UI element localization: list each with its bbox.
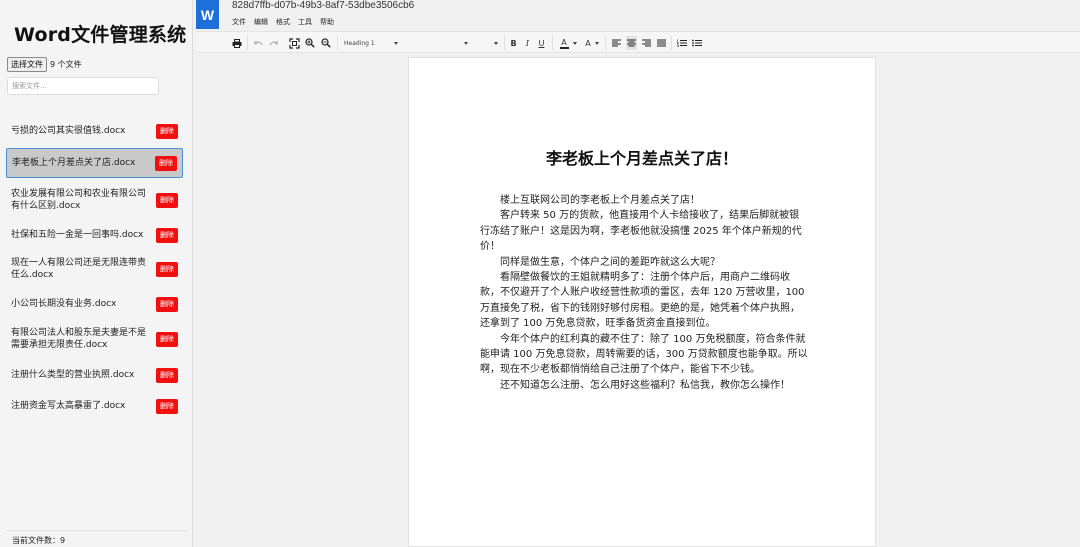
align-left-icon[interactable] <box>611 36 622 50</box>
delete-button[interactable]: 删除 <box>156 123 178 139</box>
search-input[interactable] <box>7 77 159 95</box>
selected-file-count: 9 个文件 <box>50 60 82 69</box>
chevron-down-icon <box>572 41 577 45</box>
menu-format[interactable]: 格式 <box>276 17 290 27</box>
file-item[interactable]: 小公司长期没有业务.docx 删除 <box>6 295 183 313</box>
choose-file-button[interactable]: 选择文件 <box>7 57 47 72</box>
print-icon[interactable] <box>231 36 243 50</box>
highlight-icon: A <box>585 38 591 48</box>
document-title: 李老板上个月差点关了店！ <box>545 149 738 168</box>
highlight-button[interactable]: A <box>581 36 595 50</box>
document-body[interactable]: 楼上互联网公司的李老板上个月差点关了店！ 客户转来 50 万的货款，他直接用个人… <box>480 193 808 393</box>
underline-button[interactable]: U <box>536 36 547 50</box>
file-name: 有限公司法人和股东是夫妻是不是需要承担无限责任.docx <box>11 328 147 350</box>
align-right-icon[interactable] <box>641 36 652 50</box>
fit-page-icon[interactable] <box>288 36 300 50</box>
toolbar-divider <box>671 36 672 50</box>
toolbar-divider <box>247 36 248 50</box>
file-name: 小公司长期没有业务.docx <box>11 299 117 309</box>
delete-button[interactable]: 删除 <box>155 155 177 171</box>
file-name: 注册什么类型的营业执照.docx <box>11 370 135 380</box>
align-center-icon[interactable] <box>626 36 637 50</box>
paragraph: 看隔壁做餐饮的王姐就精明多了：注册个体户后，用商户二维码收款，不仅避开了个人账户… <box>480 272 805 330</box>
font-family-select[interactable] <box>408 36 468 50</box>
delete-button[interactable]: 删除 <box>156 261 178 277</box>
zoom-out-icon[interactable] <box>320 36 332 50</box>
file-name: 社保和五险一金是一回事吗.docx <box>11 230 144 240</box>
delete-button[interactable]: 删除 <box>156 192 178 208</box>
file-item[interactable]: 农业发展有限公司和农业有限公司有什么区别.docx 删除 <box>6 186 183 214</box>
italic-button[interactable]: I <box>522 36 533 50</box>
file-count-footer: 当前文件数：9 <box>12 536 66 545</box>
highlight-caret[interactable] <box>594 36 599 50</box>
app-title: Word文件管理系统 <box>14 24 187 46</box>
bold-button[interactable]: B <box>508 36 519 50</box>
font-color-button[interactable]: A <box>557 36 571 50</box>
menu-bar: 文件 编辑 格式 工具 帮助 <box>232 17 334 27</box>
paragraph-style-select[interactable]: Heading 1 <box>344 36 398 50</box>
delete-button[interactable]: 删除 <box>156 367 178 383</box>
bullet-list-icon[interactable] <box>691 36 702 50</box>
toolbar-divider <box>504 36 505 50</box>
align-justify-icon[interactable] <box>656 36 667 50</box>
footer-divider <box>6 530 187 531</box>
font-size-select[interactable] <box>476 36 498 50</box>
font-color-caret[interactable] <box>572 36 577 50</box>
menu-tools[interactable]: 工具 <box>298 17 312 27</box>
app: Word文件管理系统 选择文件 9 个文件 亏损的公司其实很值钱.docx 删除… <box>0 0 1080 547</box>
style-value: Heading 1 <box>344 39 375 47</box>
file-item[interactable]: 社保和五险一金是一回事吗.docx 删除 <box>6 226 183 244</box>
file-item[interactable]: 注册什么类型的营业执照.docx 删除 <box>6 366 183 384</box>
paragraph: 楼上互联网公司的李老板上个月差点关了店！ <box>500 195 700 206</box>
document-page[interactable]: 李老板上个月差点关了店！ 楼上互联网公司的李老板上个月差点关了店！ 客户转来 5… <box>408 57 876 547</box>
paragraph: 还不知道怎么注册、怎么用好这些福利？私信我，教你怎么操作！ <box>500 379 790 391</box>
file-item[interactable]: 现在一人有限公司还是无限连带责任么.docx 删除 <box>6 255 183 283</box>
toolbar-divider <box>552 36 553 50</box>
file-item[interactable]: 注册资金写太高暴雷了.docx 删除 <box>6 397 183 415</box>
delete-button[interactable]: 删除 <box>156 331 178 347</box>
paragraph: 同样是做生意，个体户之间的差距咋就这么大呢？ <box>500 256 720 268</box>
menu-help[interactable]: 帮助 <box>320 17 334 27</box>
paragraph: 客户转来 50 万的货款，他直接用个人卡给接收了，结果后脚就被银行冻结了账户！这… <box>480 210 802 253</box>
file-item[interactable]: 有限公司法人和股东是夫妻是不是需要承担无限责任.docx 删除 <box>6 325 183 353</box>
zoom-in-icon[interactable] <box>304 36 316 50</box>
document-id: 828d7ffb-d07b-49b3-8af7-53dbe3506cb6 <box>232 0 415 11</box>
word-logo-icon: W <box>196 0 219 29</box>
toolbar-divider <box>605 36 606 50</box>
menu-edit[interactable]: 编辑 <box>254 17 268 27</box>
file-item-active[interactable]: 李老板上个月差点关了店.docx 删除 <box>6 148 183 178</box>
chevron-down-icon <box>594 41 599 45</box>
toolbar: Heading 1 B I U A A <box>196 31 1080 53</box>
undo-icon[interactable] <box>252 36 264 50</box>
chevron-down-icon <box>464 41 468 45</box>
file-picker: 选择文件 9 个文件 <box>7 57 82 72</box>
file-name: 农业发展有限公司和农业有限公司有什么区别.docx <box>11 189 147 211</box>
delete-button[interactable]: 删除 <box>156 227 178 243</box>
delete-button[interactable]: 删除 <box>156 296 178 312</box>
chevron-down-icon <box>494 41 498 45</box>
redo-icon[interactable] <box>267 36 279 50</box>
sidebar: Word文件管理系统 选择文件 9 个文件 亏损的公司其实很值钱.docx 删除… <box>0 0 193 547</box>
toolbar-divider <box>337 36 338 50</box>
file-item[interactable]: 亏损的公司其实很值钱.docx 删除 <box>6 122 183 140</box>
numbered-list-icon[interactable] <box>676 36 687 50</box>
file-name: 李老板上个月差点关了店.docx <box>12 158 136 168</box>
delete-button[interactable]: 删除 <box>156 398 178 414</box>
file-name: 现在一人有限公司还是无限连带责任么.docx <box>11 258 147 280</box>
file-name: 亏损的公司其实很值钱.docx <box>11 126 126 136</box>
paragraph: 今年个体户的红利真的藏不住了：除了 100 万免税额度，符合条件就能申请 100… <box>480 333 808 376</box>
font-color-icon: A <box>561 37 567 47</box>
file-name: 注册资金写太高暴雷了.docx <box>11 401 126 411</box>
menu-file[interactable]: 文件 <box>232 17 246 27</box>
chevron-down-icon <box>394 41 398 45</box>
